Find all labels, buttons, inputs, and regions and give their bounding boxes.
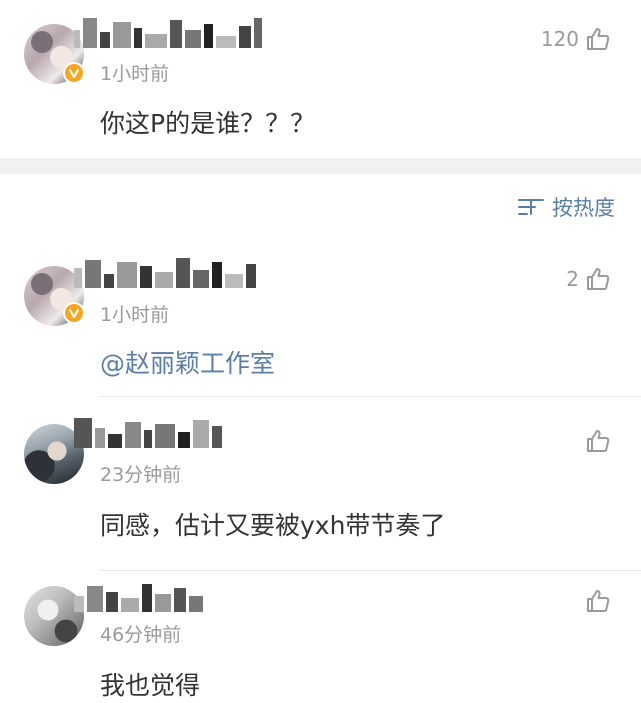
username-redacted[interactable] bbox=[74, 414, 222, 448]
section-separator bbox=[0, 158, 641, 174]
like-button[interactable]: 120 bbox=[541, 26, 611, 52]
like-button[interactable] bbox=[585, 428, 611, 454]
comment-time: 1小时前 bbox=[100, 63, 170, 85]
top-comment: 1小时前 你这P的是谁？？？ 120 bbox=[0, 0, 641, 158]
sort-lines-icon bbox=[518, 196, 544, 218]
mention-link[interactable]: @赵丽颖工作室 bbox=[100, 344, 275, 380]
sort-toggle[interactable]: 按热度 bbox=[518, 193, 615, 221]
like-button[interactable]: 2 bbox=[566, 266, 611, 292]
thumb-up-icon bbox=[587, 430, 610, 452]
verified-badge-icon bbox=[63, 302, 85, 324]
comment-time: 1小时前 bbox=[100, 304, 170, 326]
comment-text: 我也觉得 bbox=[100, 671, 201, 700]
username-redacted[interactable] bbox=[74, 14, 262, 48]
divider bbox=[100, 396, 641, 397]
comment-time: 23分钟前 bbox=[100, 464, 182, 486]
divider bbox=[100, 570, 641, 571]
like-count: 2 bbox=[566, 267, 579, 291]
thumb-up-icon bbox=[587, 28, 610, 50]
thumb-up-icon bbox=[587, 590, 610, 612]
thumb-up-icon bbox=[587, 268, 610, 290]
verified-badge-icon bbox=[63, 62, 85, 84]
like-button[interactable] bbox=[585, 588, 611, 614]
sort-label: 按热度 bbox=[552, 196, 615, 220]
comment-text: 同感，估计又要被yxh带节奏了 bbox=[100, 511, 446, 540]
username-redacted[interactable] bbox=[74, 578, 203, 612]
username-redacted[interactable] bbox=[74, 254, 256, 288]
comment-time: 46分钟前 bbox=[100, 624, 182, 646]
like-count: 120 bbox=[540, 27, 579, 51]
comment-text: 你这P的是谁？？？ bbox=[100, 109, 316, 138]
